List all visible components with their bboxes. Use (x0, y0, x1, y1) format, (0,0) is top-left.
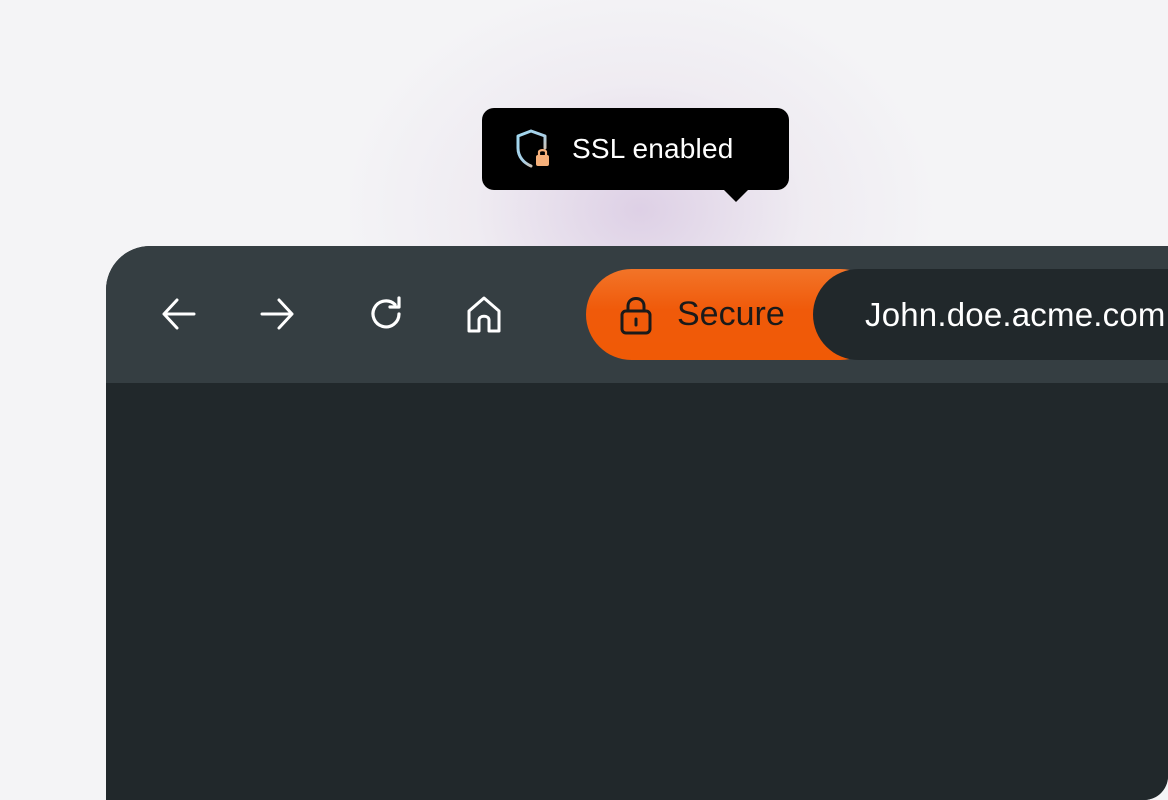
home-icon (467, 296, 501, 333)
back-button[interactable] (157, 292, 201, 336)
tooltip-text: SSL enabled (572, 133, 734, 164)
home-button[interactable] (462, 292, 506, 336)
address-text[interactable]: John.doe.acme.com (865, 296, 1166, 334)
page-content (106, 383, 1168, 800)
secure-label: Secure (677, 295, 785, 333)
ssl-tooltip: SSL enabled (482, 108, 789, 202)
arrow-left-icon (162, 298, 196, 330)
shield-lock-icon (516, 129, 549, 168)
reload-icon (371, 296, 401, 329)
reload-button[interactable] (364, 292, 408, 336)
address-bar[interactable]: John.doe.acme.com (813, 269, 1168, 360)
stage: SSL enabled Secure John.doe.acme.com (0, 0, 1168, 800)
forward-button[interactable] (255, 292, 299, 336)
arrow-right-icon (260, 298, 294, 330)
browser-window: Secure John.doe.acme.com (106, 246, 1168, 800)
lock-icon (620, 296, 652, 334)
browser-toolbar: Secure John.doe.acme.com (106, 246, 1168, 383)
